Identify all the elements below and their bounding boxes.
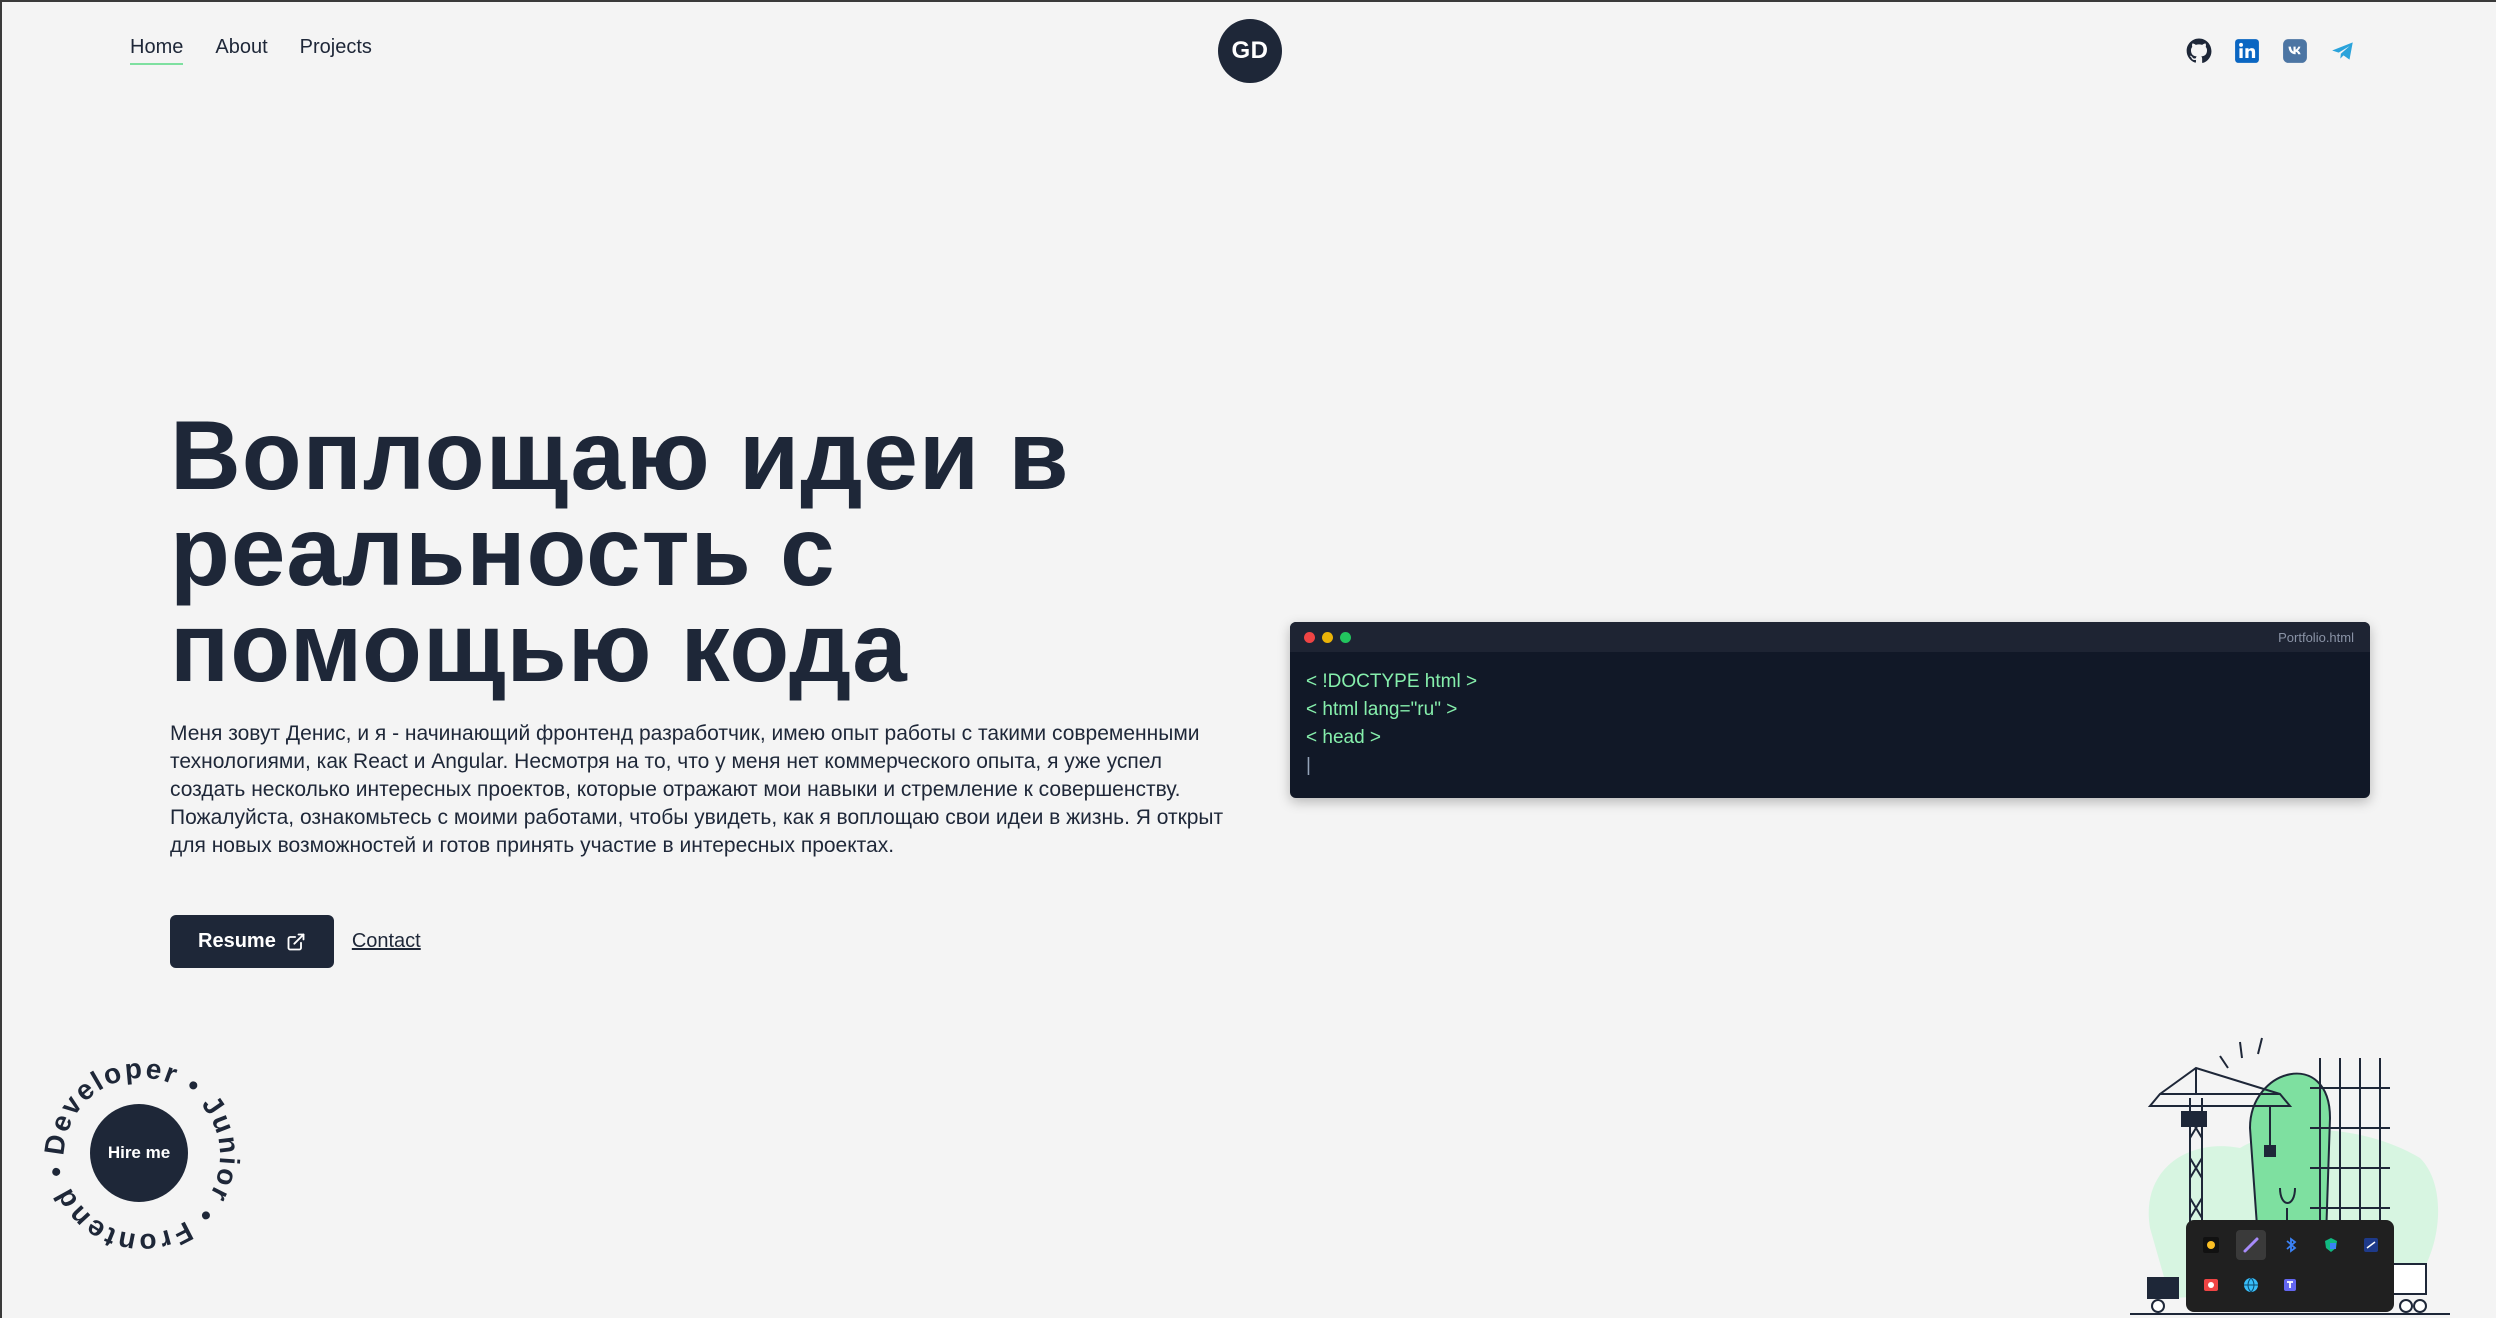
top-nav: Home About Projects GD [2, 2, 2496, 102]
code-content: < !DOCTYPE html > < html lang="ru" > < h… [1290, 652, 2370, 796]
github-icon[interactable] [2186, 38, 2212, 64]
hero-title: Воплощаю идеи в реальность с помощью код… [170, 406, 1250, 696]
hero-description: Меня зовут Денис, и я - начинающий фронт… [170, 722, 1224, 857]
code-window-titlebar: Portfolio.html [1290, 622, 2370, 652]
nav-home-link[interactable]: Home [130, 36, 184, 65]
telegram-icon[interactable] [2330, 38, 2356, 64]
code-window: Portfolio.html < !DOCTYPE html > < html … [1290, 622, 2370, 798]
resume-label: Resume [198, 930, 276, 952]
page: Home About Projects GD Воплощаю идеи в р… [0, 0, 2496, 1318]
sun-app-icon[interactable] [2196, 1230, 2226, 1260]
social-links [2186, 38, 2356, 64]
teams-app-icon[interactable] [2276, 1270, 2306, 1300]
contact-link[interactable]: Contact [352, 930, 421, 953]
code-line: < !DOCTYPE html > [1306, 671, 1478, 692]
pen-app-icon[interactable] [2236, 1230, 2266, 1260]
hero-actions: Resume Contact [170, 915, 421, 968]
bluetooth-icon[interactable] [2276, 1230, 2306, 1260]
system-tray-popup [2186, 1220, 2394, 1312]
maximize-dot-icon [1340, 632, 1351, 643]
nav-projects-link[interactable]: Projects [300, 36, 372, 65]
hire-me-button[interactable]: Hire me [90, 1104, 188, 1202]
vk-icon[interactable] [2282, 38, 2308, 64]
close-dot-icon [1304, 632, 1315, 643]
site-logo[interactable]: GD [1218, 19, 1282, 83]
code-cursor: | [1306, 755, 1311, 776]
code-filename: Portfolio.html [2278, 630, 2354, 645]
minimize-dot-icon [1322, 632, 1333, 643]
hero-title-line-2: реальность с [170, 496, 836, 606]
linkedin-icon[interactable] [2234, 38, 2260, 64]
monitor-app-icon[interactable] [2356, 1230, 2386, 1260]
resume-button[interactable]: Resume [170, 915, 334, 968]
globe-app-icon[interactable] [2236, 1270, 2266, 1300]
record-app-icon[interactable] [2196, 1270, 2226, 1300]
hero-title-line-3: помощью кода [170, 592, 908, 702]
hero-title-line-1: Воплощаю идеи в [170, 400, 1070, 510]
external-link-icon [287, 933, 305, 950]
shield-app-icon[interactable] [2316, 1230, 2346, 1260]
code-line: < head > [1306, 727, 1382, 748]
nav-about-link[interactable]: About [215, 36, 267, 65]
code-line: < html lang="ru" > [1306, 699, 1458, 720]
nav-links: Home About Projects [130, 36, 372, 65]
